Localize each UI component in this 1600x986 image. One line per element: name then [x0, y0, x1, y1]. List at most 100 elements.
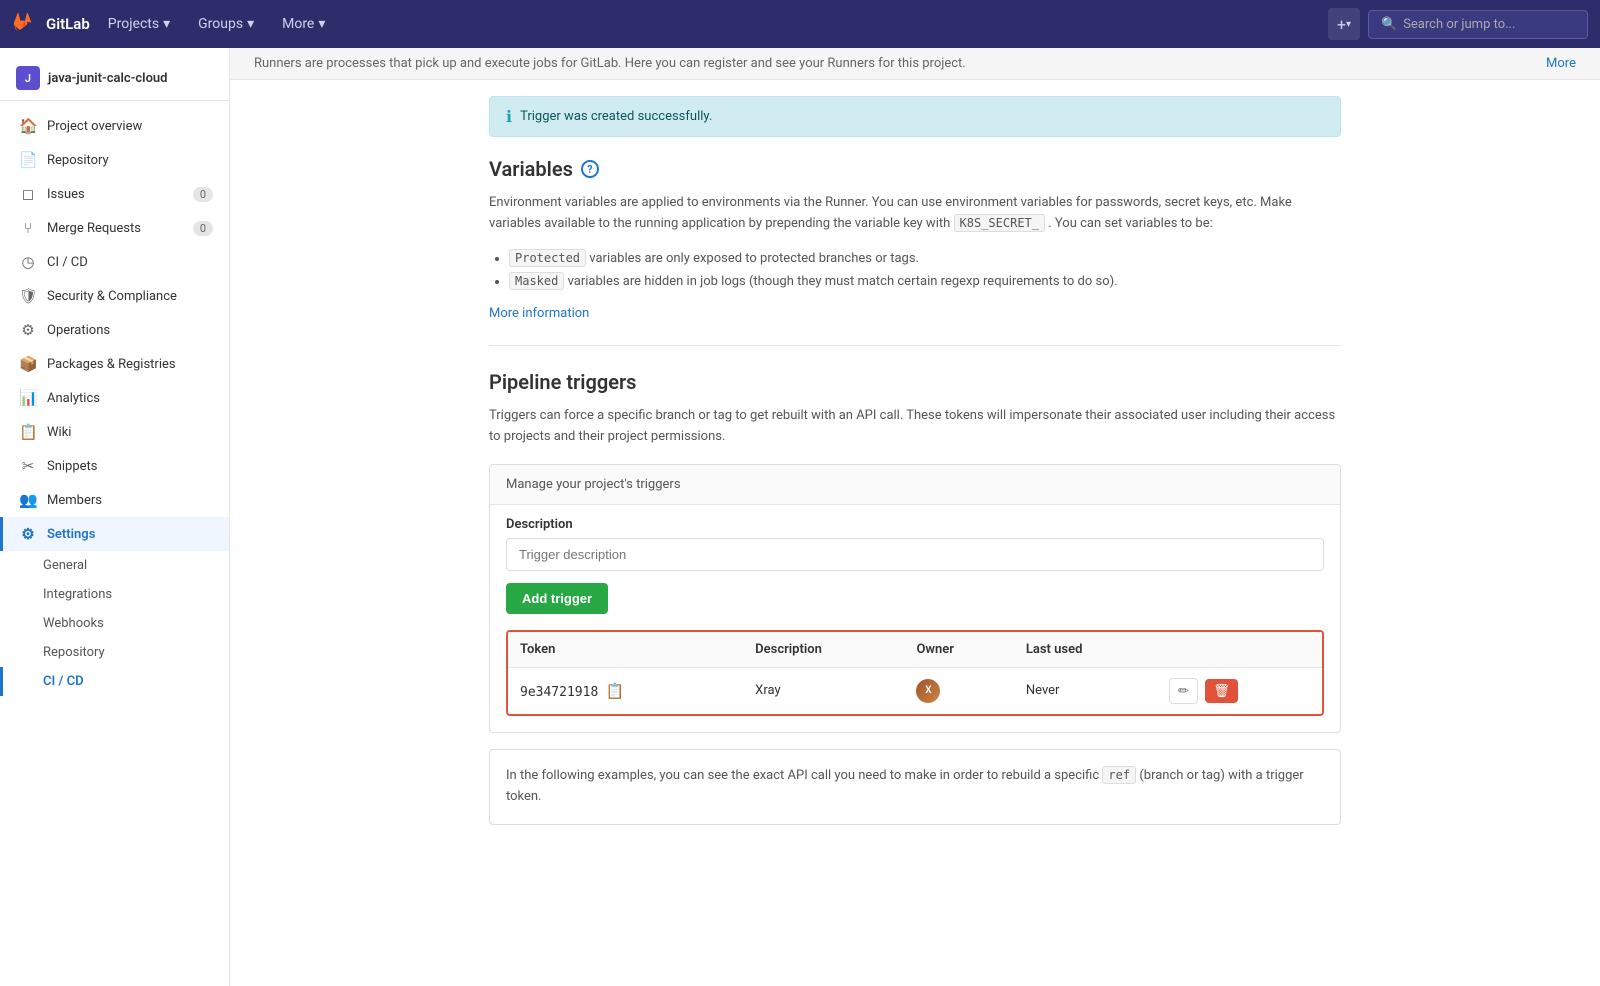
- packages-icon: 📦: [19, 355, 37, 373]
- sidebar-sub-item-cicd[interactable]: CI / CD: [0, 667, 229, 696]
- projects-chevron-icon: ▾: [163, 16, 170, 32]
- bullet-protected: Protected variables are only exposed to …: [509, 247, 1341, 270]
- more-info-link[interactable]: More information: [489, 306, 589, 321]
- snippets-icon: ✂: [19, 457, 37, 475]
- mr-badge: 0: [193, 221, 213, 236]
- description-label: Description: [490, 505, 1340, 538]
- page-layout: J java-junit-calc-cloud 🏠 Project overvi…: [0, 48, 1600, 986]
- table-header-last-used: Last used: [1014, 632, 1157, 668]
- gitlab-logo[interactable]: GitLab: [12, 11, 90, 37]
- table-row: 9e34721918 📋 Xray X Never ✏: [508, 667, 1322, 714]
- triggers-box-header: Manage your project's triggers: [490, 465, 1340, 505]
- pipeline-triggers-description: Triggers can force a specific branch or …: [489, 406, 1341, 448]
- table-header-actions: [1157, 632, 1322, 668]
- search-icon: 🔍: [1381, 17, 1397, 32]
- trigger-description-input[interactable]: [506, 538, 1324, 571]
- wiki-icon: 📋: [19, 423, 37, 441]
- sidebar-item-settings[interactable]: ⚙ Settings: [0, 517, 229, 551]
- variables-title: Variables ?: [489, 157, 1341, 181]
- main-content: Runners are processes that pick up and e…: [230, 48, 1600, 986]
- groups-menu[interactable]: Groups ▾: [188, 12, 264, 36]
- sidebar-item-project-overview[interactable]: 🏠 Project overview: [0, 109, 229, 143]
- add-trigger-button[interactable]: Add trigger: [506, 583, 608, 614]
- pipeline-triggers-title: Pipeline triggers: [489, 370, 1341, 394]
- last-used-cell: Never: [1014, 667, 1157, 714]
- new-item-button[interactable]: + ▾: [1328, 8, 1360, 40]
- variables-description: Environment variables are applied to env…: [489, 193, 1341, 235]
- table-header-token: Token: [508, 632, 743, 668]
- members-icon: 👥: [19, 491, 37, 509]
- sidebar-item-merge-requests[interactable]: ⑂ Merge Requests 0: [0, 211, 229, 245]
- token-value-cell: 9e34721918 📋: [508, 667, 743, 714]
- variables-bullets: Protected variables are only exposed to …: [489, 247, 1341, 294]
- analytics-icon: 📊: [19, 389, 37, 407]
- variables-section: Variables ? Environment variables are ap…: [489, 157, 1341, 321]
- description-cell: Xray: [743, 667, 904, 714]
- issues-badge: 0: [193, 187, 213, 202]
- bullet-masked: Masked variables are hidden in job logs …: [509, 270, 1341, 293]
- copy-token-button[interactable]: 📋: [602, 680, 629, 702]
- bottom-info: In the following examples, you can see t…: [489, 749, 1341, 825]
- more-menu[interactable]: More ▾: [272, 12, 335, 36]
- sidebar-item-cicd[interactable]: ◷ CI / CD: [0, 245, 229, 279]
- info-icon: ℹ: [506, 107, 512, 126]
- security-icon: 🛡: [19, 287, 37, 305]
- settings-icon: ⚙: [19, 525, 37, 543]
- project-name: java-junit-calc-cloud: [48, 71, 168, 86]
- gitlab-wordmark: GitLab: [46, 15, 90, 33]
- cicd-icon: ◷: [19, 253, 37, 271]
- triggers-box: Manage your project's triggers Descripti…: [489, 464, 1341, 733]
- plus-chevron-icon: ▾: [1346, 19, 1351, 30]
- ref-code: ref: [1102, 766, 1136, 784]
- search-bar[interactable]: 🔍 Search or jump to...: [1368, 10, 1588, 39]
- delete-trigger-button[interactable]: 🗑: [1205, 679, 1238, 703]
- owner-avatar: X: [916, 679, 940, 703]
- pipeline-triggers-section: Pipeline triggers Triggers can force a s…: [489, 370, 1341, 824]
- merge-requests-icon: ⑂: [19, 219, 37, 237]
- section-divider: [489, 345, 1341, 346]
- masked-code: Masked: [509, 272, 564, 290]
- project-header: J java-junit-calc-cloud: [0, 56, 229, 101]
- project-avatar: J: [16, 66, 40, 90]
- sidebar-item-analytics[interactable]: 📊 Analytics: [0, 381, 229, 415]
- content-inner: ℹ Trigger was created successfully. Vari…: [465, 80, 1365, 865]
- home-icon: 🏠: [19, 117, 37, 135]
- protected-code: Protected: [509, 249, 586, 267]
- edit-trigger-button[interactable]: ✏: [1169, 678, 1198, 704]
- sidebar-item-snippets[interactable]: ✂ Snippets: [0, 449, 229, 483]
- variables-code: K8S_SECRET_: [954, 214, 1045, 232]
- sidebar-sub-item-integrations[interactable]: Integrations: [0, 580, 229, 609]
- owner-cell: X: [904, 667, 1013, 714]
- sidebar-item-security-compliance[interactable]: 🛡 Security & Compliance: [0, 279, 229, 313]
- runners-bar: Runners are processes that pick up and e…: [230, 48, 1600, 80]
- actions-cell: ✏ 🗑: [1157, 667, 1322, 714]
- sidebar: J java-junit-calc-cloud 🏠 Project overvi…: [0, 48, 230, 986]
- groups-chevron-icon: ▾: [247, 16, 254, 32]
- sidebar-item-repository[interactable]: 📄 Repository: [0, 143, 229, 177]
- sidebar-sub-item-repository[interactable]: Repository: [0, 638, 229, 667]
- sidebar-item-issues[interactable]: ◻ Issues 0: [0, 177, 229, 211]
- sidebar-item-operations[interactable]: ⚙ Operations: [0, 313, 229, 347]
- token-table-wrapper: Token Description Owner Last used: [506, 630, 1324, 716]
- token-value: 9e34721918: [520, 685, 598, 700]
- sidebar-item-wiki[interactable]: 📋 Wiki: [0, 415, 229, 449]
- variables-help-icon[interactable]: ?: [581, 160, 599, 178]
- sidebar-item-members[interactable]: 👥 Members: [0, 483, 229, 517]
- alert-message: Trigger was created successfully.: [520, 109, 712, 124]
- more-chevron-icon: ▾: [318, 16, 325, 32]
- sidebar-sub-item-general[interactable]: General: [0, 551, 229, 580]
- repository-icon: 📄: [19, 151, 37, 169]
- runners-bar-text: Runners are processes that pick up and e…: [254, 56, 966, 71]
- top-navigation: GitLab Projects ▾ Groups ▾ More ▾ + ▾ 🔍 …: [0, 0, 1600, 48]
- sidebar-sub-item-webhooks[interactable]: Webhooks: [0, 609, 229, 638]
- runners-more-link[interactable]: More: [1546, 56, 1576, 71]
- table-header-description: Description: [743, 632, 904, 668]
- plus-icon: +: [1337, 15, 1346, 34]
- operations-icon: ⚙: [19, 321, 37, 339]
- success-alert: ℹ Trigger was created successfully.: [489, 96, 1341, 137]
- projects-menu[interactable]: Projects ▾: [98, 12, 180, 36]
- token-table: Token Description Owner Last used: [508, 632, 1322, 714]
- table-header-owner: Owner: [904, 632, 1013, 668]
- issues-icon: ◻: [19, 185, 37, 203]
- sidebar-item-packages[interactable]: 📦 Packages & Registries: [0, 347, 229, 381]
